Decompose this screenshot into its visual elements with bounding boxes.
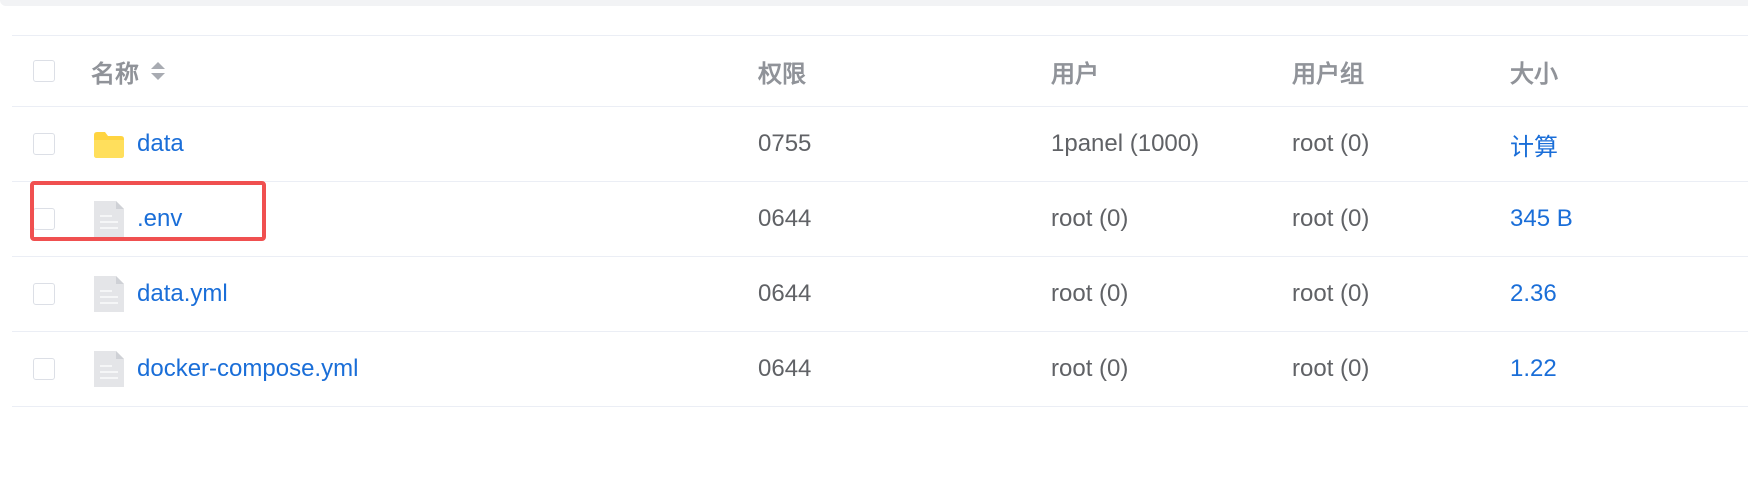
header-permission-label: 权限 xyxy=(758,60,806,88)
user-value: root (0) xyxy=(1051,205,1129,232)
header-group-label: 用户组 xyxy=(1292,60,1364,88)
group-value: root (0) xyxy=(1292,205,1370,232)
table-row[interactable]: data 0755 1panel (1000) root (0) 计算 xyxy=(12,107,1748,182)
header-name-label: 名称 xyxy=(91,60,139,88)
size-value-link[interactable]: 345 B xyxy=(1510,205,1573,233)
folder-icon xyxy=(91,129,127,159)
permission-value: 0755 xyxy=(758,130,812,157)
file-name-link[interactable]: data.yml xyxy=(137,280,228,308)
sort-icon[interactable] xyxy=(149,60,167,82)
header-size-label: 大小 xyxy=(1510,60,1558,88)
row-checkbox[interactable] xyxy=(33,133,55,155)
permission-value: 0644 xyxy=(758,355,812,382)
row-checkbox[interactable] xyxy=(33,358,55,380)
user-value: root (0) xyxy=(1051,280,1129,307)
table-header: 名称 权限 用户 用户组 大小 xyxy=(12,35,1748,107)
select-all-checkbox[interactable] xyxy=(33,60,55,82)
size-value-link[interactable]: 1.22 xyxy=(1510,355,1557,383)
user-value: root (0) xyxy=(1051,355,1129,382)
table-row[interactable]: data.yml 0644 root (0) root (0) 2.36 xyxy=(12,257,1748,332)
highlight-box xyxy=(30,181,266,241)
file-name-link[interactable]: data xyxy=(137,130,184,158)
group-value: root (0) xyxy=(1292,130,1370,157)
user-value: 1panel (1000) xyxy=(1051,130,1200,157)
permission-value: 0644 xyxy=(758,205,812,232)
row-checkbox[interactable] xyxy=(33,283,55,305)
table-row[interactable]: docker-compose.yml 0644 root (0) root (0… xyxy=(12,332,1748,407)
file-icon xyxy=(91,276,127,312)
column-header-name[interactable]: 名称 xyxy=(91,36,167,106)
file-name-link[interactable]: docker-compose.yml xyxy=(137,355,358,383)
top-toolbar-edge xyxy=(0,0,1748,6)
permission-value: 0644 xyxy=(758,280,812,307)
group-value: root (0) xyxy=(1292,280,1370,307)
group-value: root (0) xyxy=(1292,355,1370,382)
header-user-label: 用户 xyxy=(1051,60,1099,88)
file-icon xyxy=(91,351,127,387)
size-value-link[interactable]: 2.36 xyxy=(1510,280,1557,308)
file-table: 名称 权限 用户 用户组 大小 data 0755 1panel (1000) … xyxy=(12,35,1748,407)
table-row[interactable]: .env 0644 root (0) root (0) 345 B xyxy=(12,182,1748,257)
size-calculate-link[interactable]: 计算 xyxy=(1510,127,1558,162)
